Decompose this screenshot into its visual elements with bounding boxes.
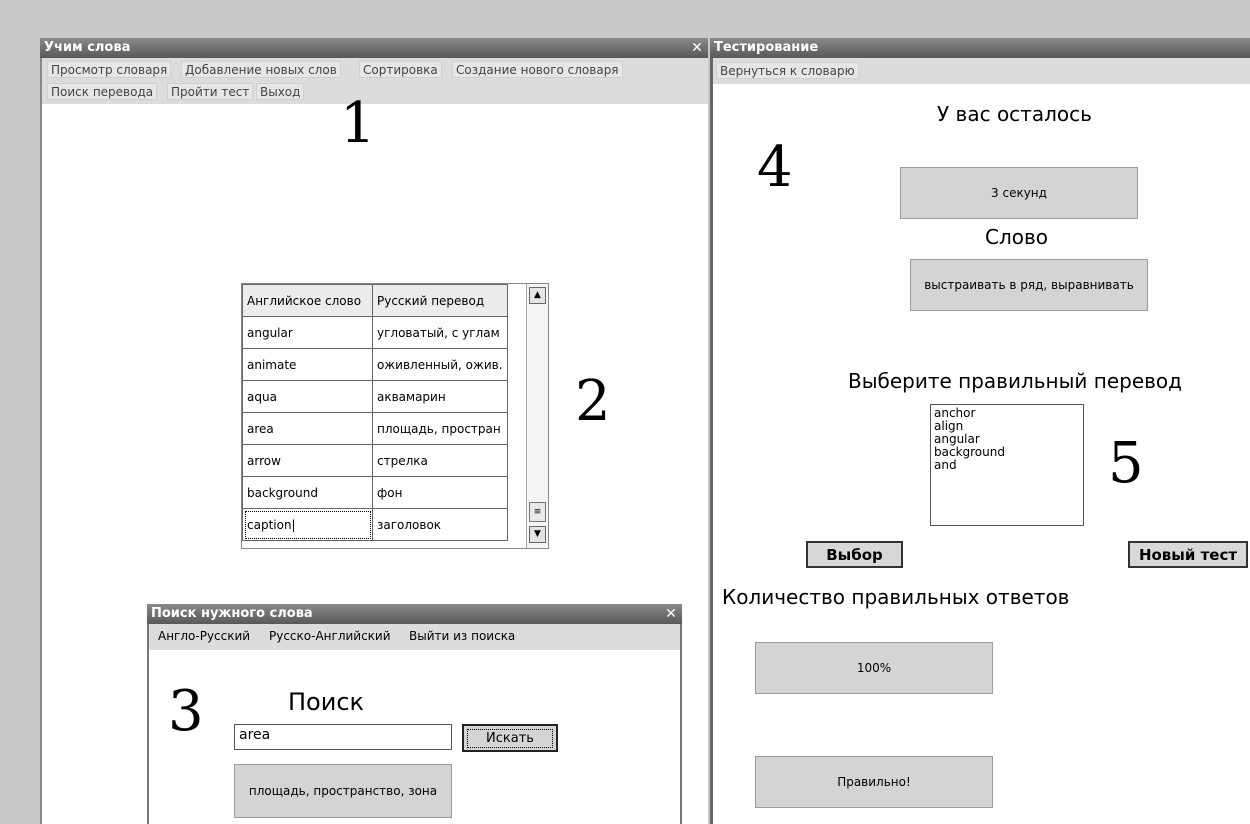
- main-window-titlebar: Учим слова ✕: [40, 38, 708, 58]
- table-row[interactable]: background фон: [242, 476, 508, 509]
- table-cell[interactable]: стрелка: [372, 444, 508, 477]
- table-cell[interactable]: animate: [242, 348, 373, 381]
- menu-rus-eng[interactable]: Русско-Английский: [266, 628, 394, 645]
- marker-2: 2: [575, 369, 611, 434]
- table-cell[interactable]: заголовок: [372, 508, 508, 541]
- menu-exit-search[interactable]: Выйти из поиска: [406, 628, 518, 645]
- correct-answers-label: Количество правильных ответов: [722, 585, 1070, 609]
- scroll-up-icon[interactable]: ▲: [529, 287, 546, 304]
- table-cell[interactable]: фон: [372, 476, 508, 509]
- table-cell[interactable]: background: [242, 476, 373, 509]
- column-header-english[interactable]: Английское слово: [242, 284, 373, 317]
- menu-eng-rus[interactable]: Англо-Русский: [155, 628, 253, 645]
- table-cell[interactable]: оживленный, ожив.: [372, 348, 508, 381]
- table-cell[interactable]: area: [242, 412, 373, 445]
- search-window-close-icon[interactable]: ✕: [664, 604, 678, 624]
- marker-3: 3: [168, 679, 204, 744]
- table-row[interactable]: angular угловатый, с углам: [242, 316, 508, 349]
- column-header-russian[interactable]: Русский перевод: [372, 284, 508, 317]
- search-input[interactable]: area: [234, 724, 452, 750]
- table-row[interactable]: area площадь, простран: [242, 412, 508, 445]
- search-heading: Поиск: [288, 688, 365, 716]
- table-row[interactable]: aqua аквамарин: [242, 380, 508, 413]
- word-value: выстраивать в ряд, выравнивать: [910, 259, 1148, 311]
- list-item[interactable]: and: [934, 459, 1080, 472]
- remaining-label: У вас осталось: [937, 102, 1092, 126]
- options-listbox[interactable]: anchor align angular background and: [930, 404, 1084, 526]
- menu-sort[interactable]: Сортировка: [359, 61, 442, 78]
- test-window-title: Тестирование: [714, 40, 819, 55]
- table-cell[interactable]: аквамарин: [372, 380, 508, 413]
- table-cell[interactable]: caption|: [242, 508, 373, 541]
- table-cell[interactable]: площадь, простран: [372, 412, 508, 445]
- choose-label: Выберите правильный перевод: [848, 369, 1182, 393]
- table-row[interactable]: caption| заголовок: [242, 508, 508, 541]
- search-button[interactable]: Искать: [462, 724, 558, 752]
- table-row[interactable]: arrow стрелка: [242, 444, 508, 477]
- table-cell[interactable]: angular: [242, 316, 373, 349]
- remaining-time: 3 секунд: [900, 167, 1138, 219]
- table-row[interactable]: animate оживленный, ожив.: [242, 348, 508, 381]
- marker-4: 4: [757, 135, 793, 200]
- scroll-thumb[interactable]: ≡: [529, 502, 546, 522]
- table-header-row: Английское слово Русский перевод: [242, 284, 508, 317]
- menu-add-words[interactable]: Добавление новых слов: [181, 61, 341, 78]
- table-cell[interactable]: arrow: [242, 444, 373, 477]
- scroll-down-icon[interactable]: ▼: [529, 526, 546, 543]
- correct-answers-value: 100%: [755, 642, 993, 694]
- menu-view-dictionary[interactable]: Просмотр словаря: [47, 61, 172, 78]
- marker-5: 5: [1108, 431, 1144, 496]
- main-window-title: Учим слова: [44, 40, 131, 55]
- table-scrollbar[interactable]: ▲ ≡ ▼: [526, 284, 548, 548]
- table-cell[interactable]: угловатый, с углам: [372, 316, 508, 349]
- verdict-text: Правильно!: [755, 756, 993, 808]
- menu-find-translation[interactable]: Поиск перевода: [47, 83, 158, 100]
- test-window-titlebar: Тестирование: [710, 38, 1250, 58]
- select-button[interactable]: Выбор: [806, 541, 903, 568]
- table-cell[interactable]: aqua: [242, 380, 373, 413]
- menu-create-dictionary[interactable]: Создание нового словаря: [452, 61, 623, 78]
- menu-back-to-dictionary[interactable]: Вернуться к словарю: [716, 62, 859, 79]
- new-test-button[interactable]: Новый тест: [1128, 541, 1248, 568]
- marker-1: 1: [340, 91, 376, 156]
- menu-exit[interactable]: Выход: [256, 83, 305, 100]
- search-window-title: Поиск нужного слова: [151, 606, 313, 621]
- dictionary-table: Английское слово Русский перевод angular…: [241, 283, 549, 549]
- word-label: Слово: [985, 225, 1049, 249]
- search-result: площадь, пространство, зона: [234, 764, 452, 818]
- search-button-label: Искать: [467, 728, 553, 748]
- menu-take-test[interactable]: Пройти тест: [167, 83, 254, 100]
- main-window-close-icon[interactable]: ✕: [690, 38, 704, 58]
- search-window-titlebar: Поиск нужного слова ✕: [147, 604, 682, 624]
